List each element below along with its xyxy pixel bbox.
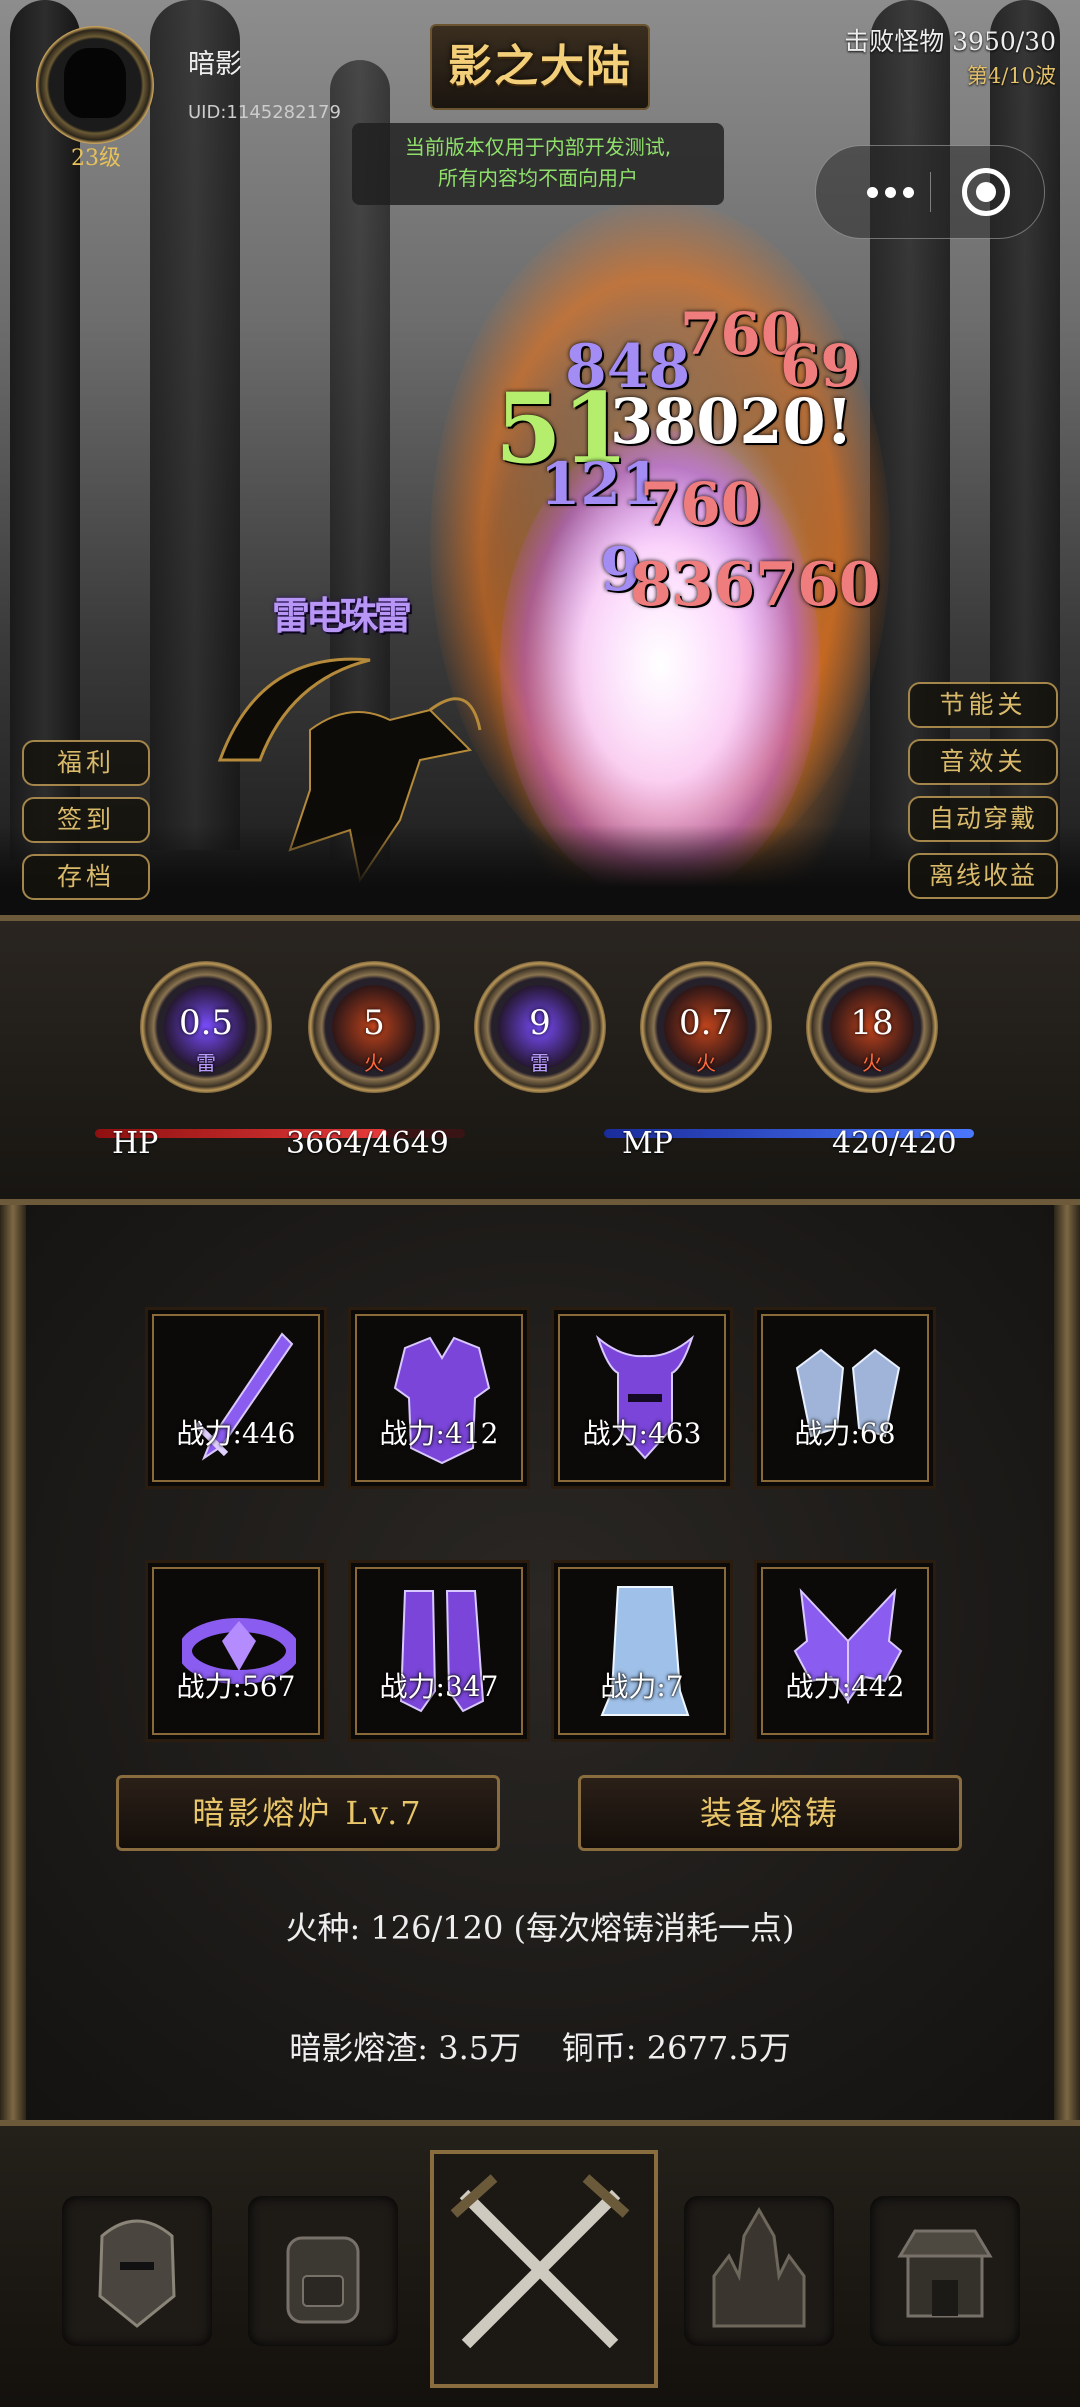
game-title: 影之大陆 bbox=[430, 24, 650, 110]
notice-line: 所有内容均不面向用户 bbox=[438, 166, 638, 190]
skill-element: 雷 bbox=[196, 1051, 216, 1075]
enemy-name: 雷电珠雷 bbox=[272, 593, 412, 638]
equip-slot-gloves[interactable]: 战力:68 bbox=[754, 1307, 936, 1489]
battle-scene: 雷电珠雷 760 848 69 51 38020! 121 760 9 8367… bbox=[0, 0, 1080, 915]
equip-power: 战力:7 bbox=[600, 1670, 684, 1703]
shadow-furnace-button[interactable]: 暗影熔炉 Lv.7 bbox=[116, 1775, 500, 1851]
skill-cooldown: 5 bbox=[363, 1003, 385, 1043]
skill-element: 雷 bbox=[530, 1051, 550, 1075]
nav-backpack[interactable] bbox=[248, 2196, 398, 2346]
damage-number: 836760 bbox=[630, 550, 881, 620]
wave-counter: 第4/10波 bbox=[966, 64, 1056, 88]
skill-cooldown: 18 bbox=[850, 1003, 894, 1043]
equip-power: 战力:567 bbox=[176, 1670, 296, 1703]
skill-cooldown: 0.7 bbox=[678, 1003, 734, 1043]
test-notice: 当前版本仅用于内部开发测试, 所有内容均不面向用户 bbox=[352, 123, 724, 205]
skill-element: 火 bbox=[696, 1051, 716, 1075]
player-level: 23级 bbox=[71, 146, 121, 171]
nav-character[interactable] bbox=[62, 2196, 212, 2346]
equip-slot-boots[interactable]: 战力:347 bbox=[348, 1560, 530, 1742]
skill-orb[interactable]: 5 火 bbox=[308, 961, 440, 1093]
resources-info: 暗影熔渣: 3.5万 铜币: 2677.5万 bbox=[289, 2029, 791, 2067]
helmet-icon bbox=[98, 2219, 176, 2328]
welfare-button[interactable]: 福利 bbox=[22, 740, 150, 786]
nav-castle[interactable] bbox=[684, 2196, 834, 2346]
player-name: 暗影 bbox=[188, 49, 242, 80]
skill-orb[interactable]: 0.5 雷 bbox=[140, 961, 272, 1093]
equip-power: 战力:412 bbox=[379, 1417, 499, 1450]
notice-line: 当前版本仅用于内部开发测试, bbox=[404, 135, 672, 159]
bottom-nav bbox=[0, 2120, 1080, 2407]
hp-label: HP bbox=[112, 1126, 159, 1161]
equip-power: 战力:347 bbox=[379, 1670, 499, 1703]
status-panel: 0.5 雷 5 火 9 雷 0.7 火 18 火 HP 3664/4649 MP… bbox=[0, 915, 1080, 1205]
mp-label: MP bbox=[622, 1126, 673, 1161]
equip-slot-leggings[interactable]: 战力:7 bbox=[551, 1560, 733, 1742]
equip-power: 战力:442 bbox=[785, 1670, 905, 1703]
skill-cooldown: 0.5 bbox=[178, 1003, 234, 1043]
skill-orb[interactable]: 0.7 火 bbox=[640, 961, 772, 1093]
equip-slot-armor[interactable]: 战力:412 bbox=[348, 1307, 530, 1489]
auto-equip-toggle[interactable]: 自动穿戴 bbox=[908, 796, 1058, 842]
power-save-toggle[interactable]: 节能关 bbox=[908, 682, 1058, 728]
close-target-icon[interactable] bbox=[962, 168, 1010, 216]
equipment-panel: 战力:446 战力:412 战力:463 战力:68 战力:567 战力:347… bbox=[0, 1205, 1080, 2120]
checkin-button[interactable]: 签到 bbox=[22, 797, 150, 843]
equip-slot-weapon[interactable]: 战力:446 bbox=[145, 1307, 327, 1489]
equip-power: 战力:463 bbox=[582, 1417, 702, 1450]
castle-icon bbox=[712, 2206, 806, 2328]
more-icon[interactable] bbox=[846, 146, 934, 238]
panel-frame-right bbox=[1054, 1205, 1080, 2120]
tree bbox=[990, 0, 1060, 860]
equip-power: 战力:446 bbox=[176, 1417, 296, 1450]
kill-counter: 击败怪物 3950/30 bbox=[844, 27, 1056, 56]
panel-frame-left bbox=[0, 1205, 26, 2120]
damage-number: 38020! bbox=[610, 385, 853, 458]
miniprogram-capsule bbox=[815, 145, 1045, 239]
backpack-icon bbox=[286, 2236, 360, 2324]
skill-element: 火 bbox=[364, 1051, 384, 1075]
player-uid: UID:1145282179 bbox=[188, 102, 341, 123]
tree bbox=[870, 0, 950, 860]
equipment-forge-button[interactable]: 装备熔铸 bbox=[578, 1775, 962, 1851]
shop-icon bbox=[897, 2229, 993, 2318]
equip-power: 战力:68 bbox=[794, 1417, 896, 1450]
equip-slot-belt[interactable]: 战力:567 bbox=[145, 1560, 327, 1742]
avatar[interactable] bbox=[36, 26, 154, 144]
equip-slot-helmet[interactable]: 战力:463 bbox=[551, 1307, 733, 1489]
mp-value: 420/420 bbox=[832, 1126, 957, 1161]
skill-element: 火 bbox=[862, 1051, 882, 1075]
nav-shop[interactable] bbox=[870, 2196, 1020, 2346]
nav-battle[interactable] bbox=[430, 2150, 658, 2388]
equip-slot-wings[interactable]: 战力:442 bbox=[754, 1560, 936, 1742]
sound-toggle[interactable]: 音效关 bbox=[908, 739, 1058, 785]
crossed-swords-icon bbox=[450, 2174, 630, 2349]
offline-income-button[interactable]: 离线收益 bbox=[908, 853, 1058, 899]
save-button[interactable]: 存档 bbox=[22, 854, 150, 900]
hp-value: 3664/4649 bbox=[286, 1126, 449, 1161]
sparks-info: 火种: 126/120 (每次熔铸消耗一点) bbox=[285, 1909, 795, 1947]
damage-number: 760 bbox=[640, 470, 762, 538]
skill-cooldown: 9 bbox=[529, 1003, 551, 1043]
skill-orb[interactable]: 9 雷 bbox=[474, 961, 606, 1093]
skill-orb[interactable]: 18 火 bbox=[806, 961, 938, 1093]
